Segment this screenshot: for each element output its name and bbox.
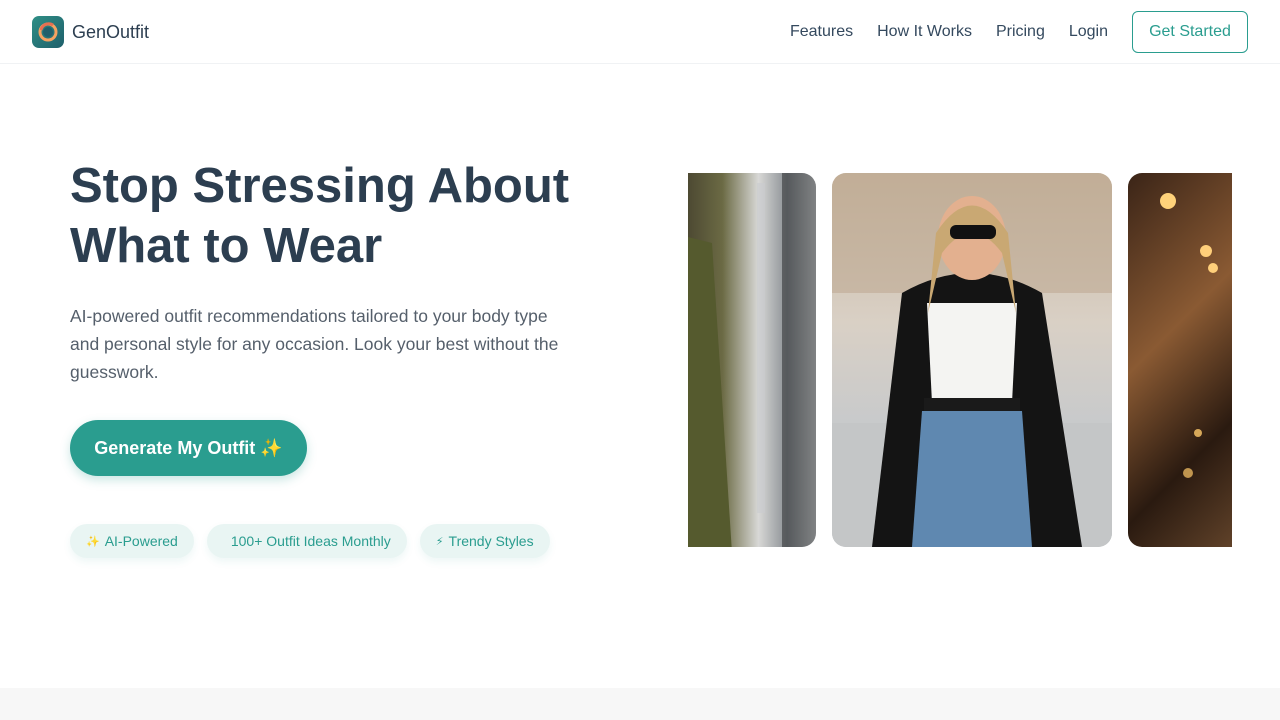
site-header: GenOutfit Features How It Works Pricing … [0, 0, 1280, 64]
next-section-edge [0, 688, 1280, 720]
sparkle-icon: ✨ [86, 535, 100, 548]
nav-login[interactable]: Login [1069, 23, 1108, 41]
tag-label: Trendy Styles [448, 533, 534, 549]
tag-label: AI-Powered [104, 533, 178, 549]
get-started-button[interactable]: Get Started [1132, 11, 1248, 53]
main-nav: Features How It Works Pricing Login Get … [790, 11, 1248, 53]
nav-how-it-works[interactable]: How It Works [877, 23, 972, 41]
tag-outfit-ideas: 100+ Outfit Ideas Monthly [206, 524, 407, 558]
outfit-photo-right[interactable] [1128, 173, 1232, 547]
outfit-photo-left[interactable] [688, 173, 816, 547]
brand[interactable]: GenOutfit [32, 16, 149, 48]
hero-subtitle: AI-powered outfit recommendations tailor… [70, 306, 559, 382]
outfit-photo-main[interactable] [832, 173, 1112, 547]
outfit-gallery[interactable] [688, 173, 1232, 547]
tag-ai-powered: ✨ AI-Powered [70, 524, 194, 558]
nav-pricing[interactable]: Pricing [996, 23, 1045, 41]
lightning-icon: ⚡ [435, 535, 444, 548]
feature-tags: ✨ AI-Powered 100+ Outfit Ideas Monthly ⚡… [70, 524, 563, 558]
logo-icon [32, 16, 64, 48]
generate-outfit-button[interactable]: Generate My Outfit ✨ [70, 420, 307, 476]
tag-trendy-styles: ⚡ Trendy Styles [419, 524, 550, 558]
tag-label: 100+ Outfit Ideas Monthly [230, 533, 391, 549]
hero-title: Stop Stressing About What to Wear [70, 159, 570, 273]
nav-features[interactable]: Features [790, 23, 853, 41]
brand-name: GenOutfit [72, 21, 150, 42]
